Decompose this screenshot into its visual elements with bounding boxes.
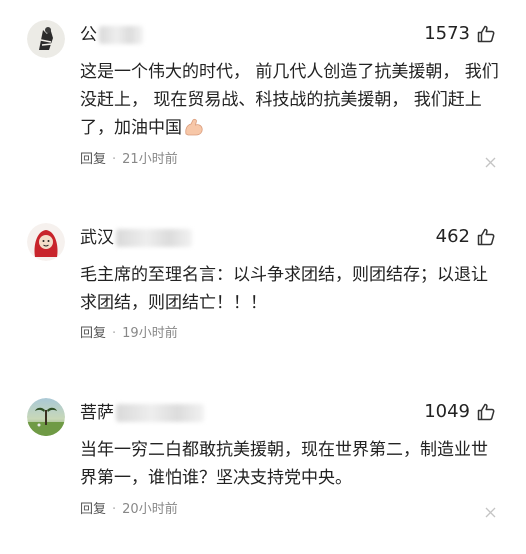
meta-separator: ·	[112, 152, 117, 167]
flexed-biceps-emoji-icon	[184, 117, 204, 136]
reply-button[interactable]: 回复	[80, 326, 106, 341]
timestamp: 20小时前	[122, 502, 178, 517]
like-button[interactable]: 462	[436, 225, 496, 249]
user-avatar[interactable]	[27, 20, 65, 58]
comment-text: 当年一穷二白都敢抗美援朝，现在世界第二，制造业世界第一，谁怕谁？坚决支持党中央。	[80, 436, 500, 492]
username-text: 菩萨	[80, 403, 114, 423]
comment-meta: 回复 · 20小时前	[80, 501, 178, 519]
like-count: 1573	[424, 23, 470, 44]
user-avatar[interactable]	[27, 398, 65, 436]
comment-text: 毛主席的至理名言：以斗争求团结，则团结存；以退让求团结，则团结亡！！！	[80, 261, 500, 317]
comment-body: 当年一穷二白都敢抗美援朝，现在世界第二，制造业世界第一，谁怕谁？坚决支持党中央。	[80, 440, 488, 488]
username[interactable]: 公	[80, 24, 143, 46]
comment-text: 这是一个伟大的时代， 前几代人创造了抗美援朝， 我们没赶上， 现在贸易战、科技战…	[80, 58, 500, 142]
ink-figure-avatar-icon	[27, 20, 65, 58]
reply-button[interactable]: 回复	[80, 152, 106, 167]
redacted-username	[116, 404, 204, 422]
like-count: 462	[435, 226, 470, 247]
username[interactable]: 菩萨	[80, 402, 204, 424]
username-text: 武汉	[80, 228, 114, 248]
comment-item: 武汉 462 毛主席的至理名言：以斗争求团结，则团结存；以退让求团结，则团结亡！…	[0, 223, 526, 348]
timestamp: 19小时前	[122, 326, 178, 341]
green-tree-avatar-icon	[27, 398, 65, 436]
comment-body: 毛主席的至理名言：以斗争求团结，则团结存；以退让求团结，则团结亡！！！	[80, 265, 488, 313]
comment-meta: 回复 · 19小时前	[80, 325, 178, 343]
redacted-username	[116, 229, 192, 247]
username[interactable]: 武汉	[80, 227, 192, 249]
like-button[interactable]: 1573	[424, 22, 496, 46]
meta-separator: ·	[112, 326, 117, 341]
thumbs-up-icon	[476, 402, 496, 422]
comment-meta: 回复 · 21小时前	[80, 151, 178, 169]
comment-item: 公 1573 这是一个伟大的时代， 前几代人创造了抗美援朝， 我们没赶上， 现在…	[0, 20, 526, 170]
redacted-username	[99, 26, 143, 44]
like-count: 1049	[424, 401, 470, 422]
thumbs-up-icon	[476, 227, 496, 247]
close-icon[interactable]	[485, 157, 496, 168]
thumbs-up-icon	[476, 24, 496, 44]
meta-separator: ·	[112, 502, 117, 517]
like-button[interactable]: 1049	[424, 400, 496, 424]
comment-body: 这是一个伟大的时代， 前几代人创造了抗美援朝， 我们没赶上， 现在贸易战、科技战…	[80, 62, 499, 138]
red-character-avatar-icon	[27, 223, 65, 261]
close-icon[interactable]	[485, 507, 496, 518]
user-avatar[interactable]	[27, 223, 65, 261]
comment-item: 菩萨 1049 当年一穷二白都敢抗美援朝，现在世界第二，制造业世界第一，谁怕谁？…	[0, 398, 526, 528]
reply-button[interactable]: 回复	[80, 502, 106, 517]
timestamp: 21小时前	[122, 152, 178, 167]
username-text: 公	[80, 25, 97, 45]
